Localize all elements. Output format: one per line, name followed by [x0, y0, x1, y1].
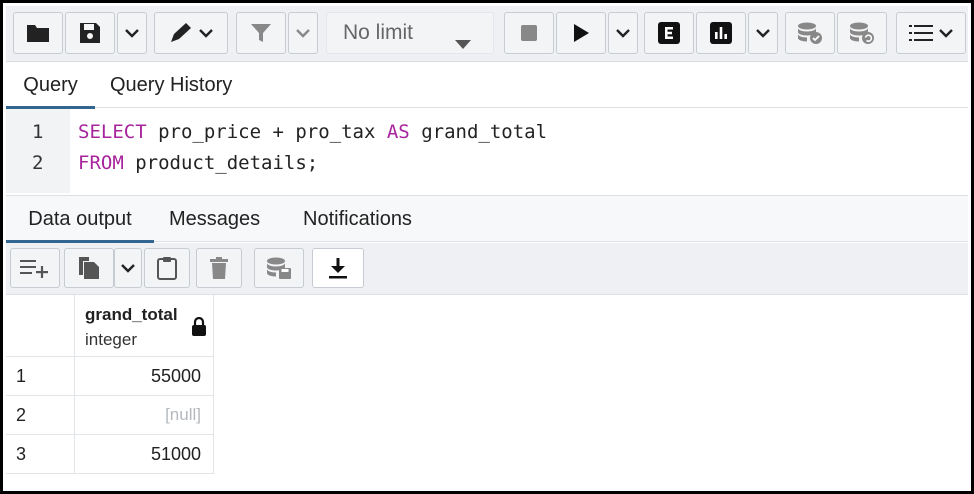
- paste-button[interactable]: [144, 248, 190, 288]
- row-number-label: 3: [16, 443, 27, 464]
- tab-label: Query History: [110, 74, 233, 96]
- sql-text: product_details;: [123, 152, 319, 174]
- chevron-down-icon: [125, 28, 139, 38]
- explain-dropdown-button[interactable]: [748, 12, 778, 54]
- tab-label: Notifications: [303, 207, 412, 230]
- row-number-label: 2: [16, 404, 27, 425]
- stop-icon: [520, 24, 538, 42]
- tab-data-output[interactable]: Data output: [6, 196, 154, 243]
- column-name: grand_total: [85, 305, 178, 324]
- data-cell[interactable]: [null]: [75, 396, 214, 435]
- output-tab-bar: Data output Messages Notifications: [6, 195, 968, 243]
- list-icon: [909, 23, 935, 43]
- sql-text: grand_total: [409, 121, 548, 143]
- chevron-down-icon: [756, 28, 770, 38]
- caret-down-icon: [455, 31, 471, 55]
- sql-editor[interactable]: 1 2 SELECT pro_price + pro_tax AS grand_…: [6, 109, 968, 193]
- clipboard-icon: [157, 256, 177, 280]
- copy-button[interactable]: [64, 248, 114, 288]
- sql-keyword: SELECT: [78, 121, 147, 143]
- bar-chart-icon: [710, 22, 732, 44]
- row-limit-value: No limit: [343, 21, 414, 44]
- execute-button[interactable]: [556, 12, 606, 54]
- row-number[interactable]: 3: [6, 435, 75, 474]
- column-type: integer: [85, 330, 137, 349]
- database-save-icon: [266, 256, 292, 280]
- filter-button[interactable]: [236, 12, 286, 54]
- edit-button[interactable]: [154, 12, 228, 54]
- row-number[interactable]: 2: [6, 396, 75, 435]
- line-number: 1: [32, 121, 44, 143]
- macros-button[interactable]: [896, 12, 966, 54]
- chevron-down-icon: [121, 263, 135, 273]
- sql-keyword: FROM: [78, 152, 124, 174]
- explain-button[interactable]: [644, 12, 694, 54]
- chevron-down-icon: [199, 28, 213, 38]
- copy-icon: [78, 256, 100, 280]
- chevron-down-icon: [296, 28, 310, 38]
- download-icon: [327, 257, 349, 279]
- delete-button[interactable]: [196, 248, 242, 288]
- explain-analyze-button[interactable]: [696, 12, 746, 54]
- database-check-icon: [797, 21, 823, 45]
- row-number-label: 1: [16, 365, 27, 386]
- chevron-down-icon: [616, 28, 630, 38]
- tab-query[interactable]: Query: [6, 63, 95, 109]
- cell-value: 55000: [150, 365, 201, 386]
- explain-e-icon: [658, 22, 680, 44]
- save-dropdown-button[interactable]: [117, 12, 147, 54]
- stop-button[interactable]: [504, 12, 554, 54]
- trash-icon: [210, 257, 228, 279]
- download-button[interactable]: [312, 248, 364, 288]
- sql-keyword: AS: [386, 121, 410, 143]
- add-row-icon: [20, 258, 50, 278]
- data-cell[interactable]: 55000: [75, 357, 214, 396]
- code-line: SELECT pro_price + pro_tax AS grand_tota…: [78, 121, 547, 143]
- grid-corner: [6, 295, 75, 357]
- tab-messages[interactable]: Messages: [169, 196, 260, 242]
- copy-dropdown-button[interactable]: [114, 248, 142, 288]
- database-rollback-icon: [849, 21, 875, 45]
- execute-dropdown-button[interactable]: [608, 12, 638, 54]
- commit-button[interactable]: [785, 12, 835, 54]
- filter-dropdown-button[interactable]: [288, 12, 318, 54]
- lock-icon: [191, 316, 207, 342]
- funnel-icon: [250, 22, 272, 44]
- query-tab-bar: Query Query History: [6, 63, 968, 109]
- play-icon: [572, 23, 590, 43]
- code-line: FROM product_details;: [78, 152, 318, 174]
- chevron-down-icon: [939, 28, 953, 38]
- rollback-button[interactable]: [837, 12, 887, 54]
- tab-label: Data output: [28, 207, 132, 230]
- tab-query-history[interactable]: Query History: [110, 63, 232, 108]
- row-number[interactable]: 1: [6, 357, 75, 396]
- folder-icon: [26, 23, 50, 43]
- tab-notifications[interactable]: Notifications: [303, 196, 412, 242]
- column-header[interactable]: grand_total integer: [75, 295, 214, 357]
- save-button[interactable]: [65, 12, 115, 54]
- cell-null-value: [null]: [165, 405, 201, 424]
- sql-text: pro_price + pro_tax: [146, 121, 387, 143]
- pencil-icon: [169, 22, 195, 44]
- tab-label: Query: [23, 74, 78, 96]
- floppy-disk-icon: [79, 22, 101, 44]
- add-row-button[interactable]: [10, 248, 60, 288]
- tab-label: Messages: [169, 207, 261, 230]
- data-output-toolbar: [6, 243, 968, 295]
- line-number: 2: [32, 152, 44, 174]
- data-cell[interactable]: 51000: [75, 435, 214, 474]
- query-toolbar: No limit: [6, 6, 968, 62]
- row-limit-select[interactable]: No limit: [326, 12, 494, 54]
- save-data-button[interactable]: [254, 248, 304, 288]
- cell-value: 51000: [150, 443, 201, 464]
- open-file-button[interactable]: [13, 12, 63, 54]
- query-tool-window: No limit Query Query History 1 2 SELECT …: [0, 0, 974, 494]
